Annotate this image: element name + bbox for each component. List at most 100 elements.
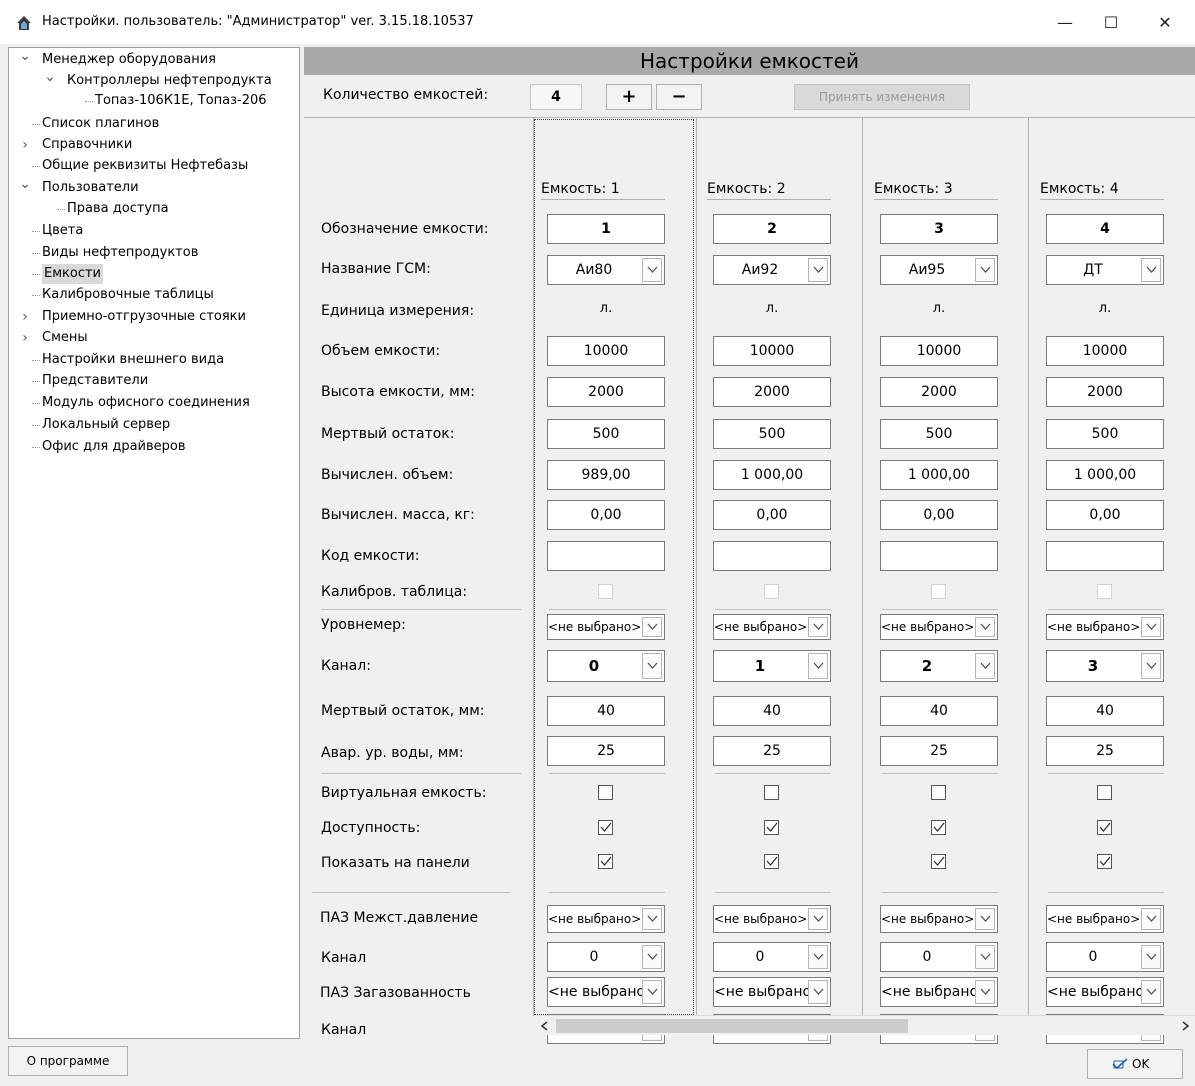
channel-select[interactable]: 0 <box>547 650 665 682</box>
chevron-down-icon[interactable] <box>808 617 828 637</box>
tree-item[interactable]: Справочники <box>42 135 132 155</box>
paz-channel-select[interactable]: 0 <box>880 942 998 972</box>
chevron-down-icon[interactable] <box>642 980 662 1004</box>
chevron-down-icon[interactable] <box>975 908 995 930</box>
tree-item[interactable]: Цвета <box>42 221 83 241</box>
chevron-down-icon[interactable] <box>642 945 662 969</box>
tank-designation-field[interactable]: 4 <box>1046 214 1164 244</box>
tank-calc-mass-field[interactable]: 0,00 <box>880 500 998 530</box>
tank-code-field[interactable] <box>1046 541 1164 571</box>
tree-item[interactable]: Локальный сервер <box>42 415 170 435</box>
tank-volume-field[interactable]: 10000 <box>880 336 998 366</box>
about-button[interactable]: О программе <box>8 1046 128 1076</box>
tank-height-field[interactable]: 2000 <box>547 377 665 407</box>
tree-collapse-chevron-icon[interactable]: ⌄ <box>19 177 31 198</box>
paz-pressure-select[interactable]: <не выбрано> <box>880 905 998 933</box>
horizontal-scrollbar[interactable] <box>534 1015 1195 1035</box>
tree-item[interactable]: Права доступа <box>67 199 169 219</box>
virtual-tank-checkbox[interactable] <box>1097 785 1112 800</box>
tank-water-level-field[interactable]: 25 <box>880 736 998 766</box>
availability-checkbox[interactable] <box>931 820 946 835</box>
tree-item[interactable]: Пользователи <box>42 178 139 198</box>
paz-gas-select[interactable]: <не выбрано> <box>880 977 998 1007</box>
tank-code-field[interactable] <box>880 541 998 571</box>
paz-channel-select[interactable]: 0 <box>547 942 665 972</box>
fuel-select[interactable]: ДТ <box>1046 255 1164 285</box>
tree-item[interactable]: Настройки внешнего вида <box>42 350 224 370</box>
maximize-button[interactable]: ☐ <box>1088 8 1134 38</box>
tree-item[interactable]: Калибровочные таблицы <box>42 285 214 305</box>
tank-designation-field[interactable]: 2 <box>713 214 831 244</box>
settings-tree[interactable]: ⌄ Менеджер оборудования ⌄ Контроллеры нефте… <box>8 47 300 1039</box>
tank-count-field[interactable]: 4 <box>530 84 582 110</box>
remove-tank-button[interactable]: − <box>656 84 702 110</box>
scroll-left-icon[interactable] <box>540 1021 548 1031</box>
add-tank-button[interactable]: + <box>606 84 652 110</box>
tank-water-level-field[interactable]: 25 <box>713 736 831 766</box>
tree-expand-chevron-icon[interactable]: › <box>19 135 31 155</box>
tank-calc-volume-field[interactable]: 1 000,00 <box>713 460 831 490</box>
chevron-down-icon[interactable] <box>642 653 662 679</box>
tank-height-field[interactable]: 2000 <box>713 377 831 407</box>
tree-item[interactable]: Смены <box>42 328 88 348</box>
tree-expand-chevron-icon[interactable]: › <box>19 307 31 327</box>
level-gauge-select[interactable]: <не выбрано> <box>547 614 665 640</box>
tree-item[interactable]: Топаз-106К1Е, Топаз-206 <box>95 91 267 111</box>
tank-designation-field[interactable]: 3 <box>880 214 998 244</box>
tank-height-field[interactable]: 2000 <box>1046 377 1164 407</box>
chevron-down-icon[interactable] <box>808 653 828 679</box>
tank-dead-rest-field[interactable]: 500 <box>1046 419 1164 449</box>
virtual-tank-checkbox[interactable] <box>764 785 779 800</box>
fuel-select[interactable]: Аи80 <box>547 255 665 285</box>
tank-calc-mass-field[interactable]: 0,00 <box>1046 500 1164 530</box>
tank-code-field[interactable] <box>713 541 831 571</box>
scrollbar-thumb[interactable] <box>556 1019 908 1033</box>
tree-expand-chevron-icon[interactable]: › <box>19 328 31 348</box>
availability-checkbox[interactable] <box>764 820 779 835</box>
tank-calc-volume-field[interactable]: 1 000,00 <box>1046 460 1164 490</box>
channel-select[interactable]: 1 <box>713 650 831 682</box>
chevron-down-icon[interactable] <box>808 980 828 1004</box>
tank-calc-mass-field[interactable]: 0,00 <box>547 500 665 530</box>
tank-dead-rest-mm-field[interactable]: 40 <box>713 696 831 726</box>
virtual-tank-checkbox[interactable] <box>598 785 613 800</box>
paz-gas-select[interactable]: <не выбрано> <box>547 977 665 1007</box>
tank-calc-mass-field[interactable]: 0,00 <box>713 500 831 530</box>
tree-collapse-chevron-icon[interactable]: ⌄ <box>44 70 56 91</box>
tree-item[interactable]: Модуль офисного соединения <box>42 393 250 413</box>
minimize-button[interactable]: — <box>1042 8 1088 38</box>
channel-select[interactable]: 2 <box>880 650 998 682</box>
chevron-down-icon[interactable] <box>642 908 662 930</box>
chevron-down-icon[interactable] <box>808 945 828 969</box>
fuel-select[interactable]: Аи92 <box>713 255 831 285</box>
tank-height-field[interactable]: 2000 <box>880 377 998 407</box>
paz-gas-select[interactable]: <не выбрано> <box>713 977 831 1007</box>
chevron-down-icon[interactable] <box>808 908 828 930</box>
tank-water-level-field[interactable]: 25 <box>547 736 665 766</box>
tank-code-field[interactable] <box>547 541 665 571</box>
tank-dead-rest-field[interactable]: 500 <box>547 419 665 449</box>
chevron-down-icon[interactable] <box>1141 908 1161 930</box>
virtual-tank-checkbox[interactable] <box>931 785 946 800</box>
tank-calc-volume-field[interactable]: 1 000,00 <box>880 460 998 490</box>
show-on-panel-checkbox[interactable] <box>764 854 779 869</box>
chevron-down-icon[interactable] <box>975 980 995 1004</box>
close-button[interactable]: ✕ <box>1142 8 1188 38</box>
scroll-right-icon[interactable] <box>1182 1021 1190 1031</box>
chevron-down-icon[interactable] <box>975 617 995 637</box>
tank-dead-rest-mm-field[interactable]: 40 <box>547 696 665 726</box>
paz-channel-select[interactable]: 0 <box>1046 942 1164 972</box>
chevron-down-icon[interactable] <box>975 653 995 679</box>
tank-water-level-field[interactable]: 25 <box>1046 736 1164 766</box>
level-gauge-select[interactable]: <не выбрано> <box>880 614 998 640</box>
chevron-down-icon[interactable] <box>642 617 662 637</box>
paz-gas-select[interactable]: <не выбрано> <box>1046 977 1164 1007</box>
fuel-select[interactable]: Аи95 <box>880 255 998 285</box>
show-on-panel-checkbox[interactable] <box>931 854 946 869</box>
tree-collapse-chevron-icon[interactable]: ⌄ <box>19 49 31 70</box>
tank-designation-field[interactable]: 1 <box>547 214 665 244</box>
paz-channel-select[interactable]: 0 <box>713 942 831 972</box>
level-gauge-select[interactable]: <не выбрано> <box>1046 614 1164 640</box>
tree-item[interactable]: Емкости <box>42 264 103 284</box>
tank-dead-rest-mm-field[interactable]: 40 <box>880 696 998 726</box>
